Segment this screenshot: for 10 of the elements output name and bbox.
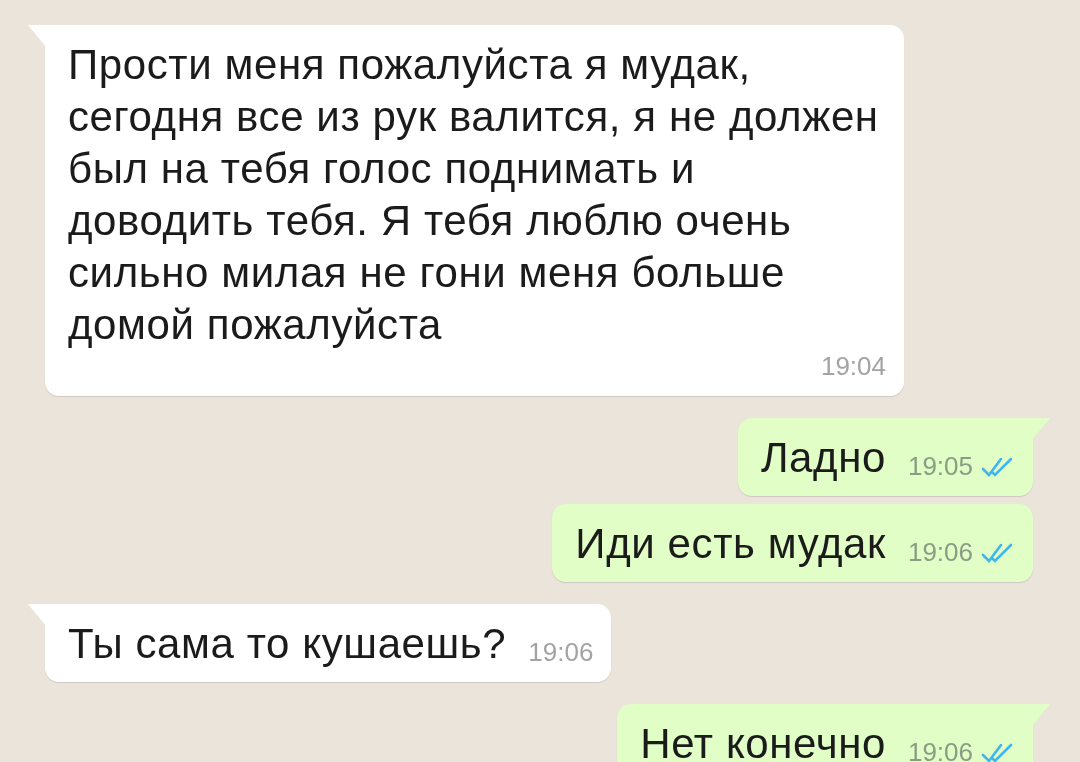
message-text: Прости меня пожалуйста я мудак, сегодня все из рук валится, я не должен был на тебя голос поднимать и доводить тебя. Я тебя люблю очень сильно милая не гони меня больше домой пожалуйста [68, 40, 880, 350]
message-time: 19:06 [907, 737, 973, 762]
message-time: 19:06 [528, 637, 594, 668]
message-time: 19:06 [907, 537, 973, 568]
message-text: Нет конечно [640, 719, 886, 762]
message-text: Ты сама то кушаешь? [68, 619, 507, 669]
message-text: Ладно [760, 433, 886, 483]
message-time: 19:05 [907, 451, 973, 482]
message-time: 19:04 [820, 351, 886, 382]
message-text: Иди есть мудак [575, 519, 886, 569]
